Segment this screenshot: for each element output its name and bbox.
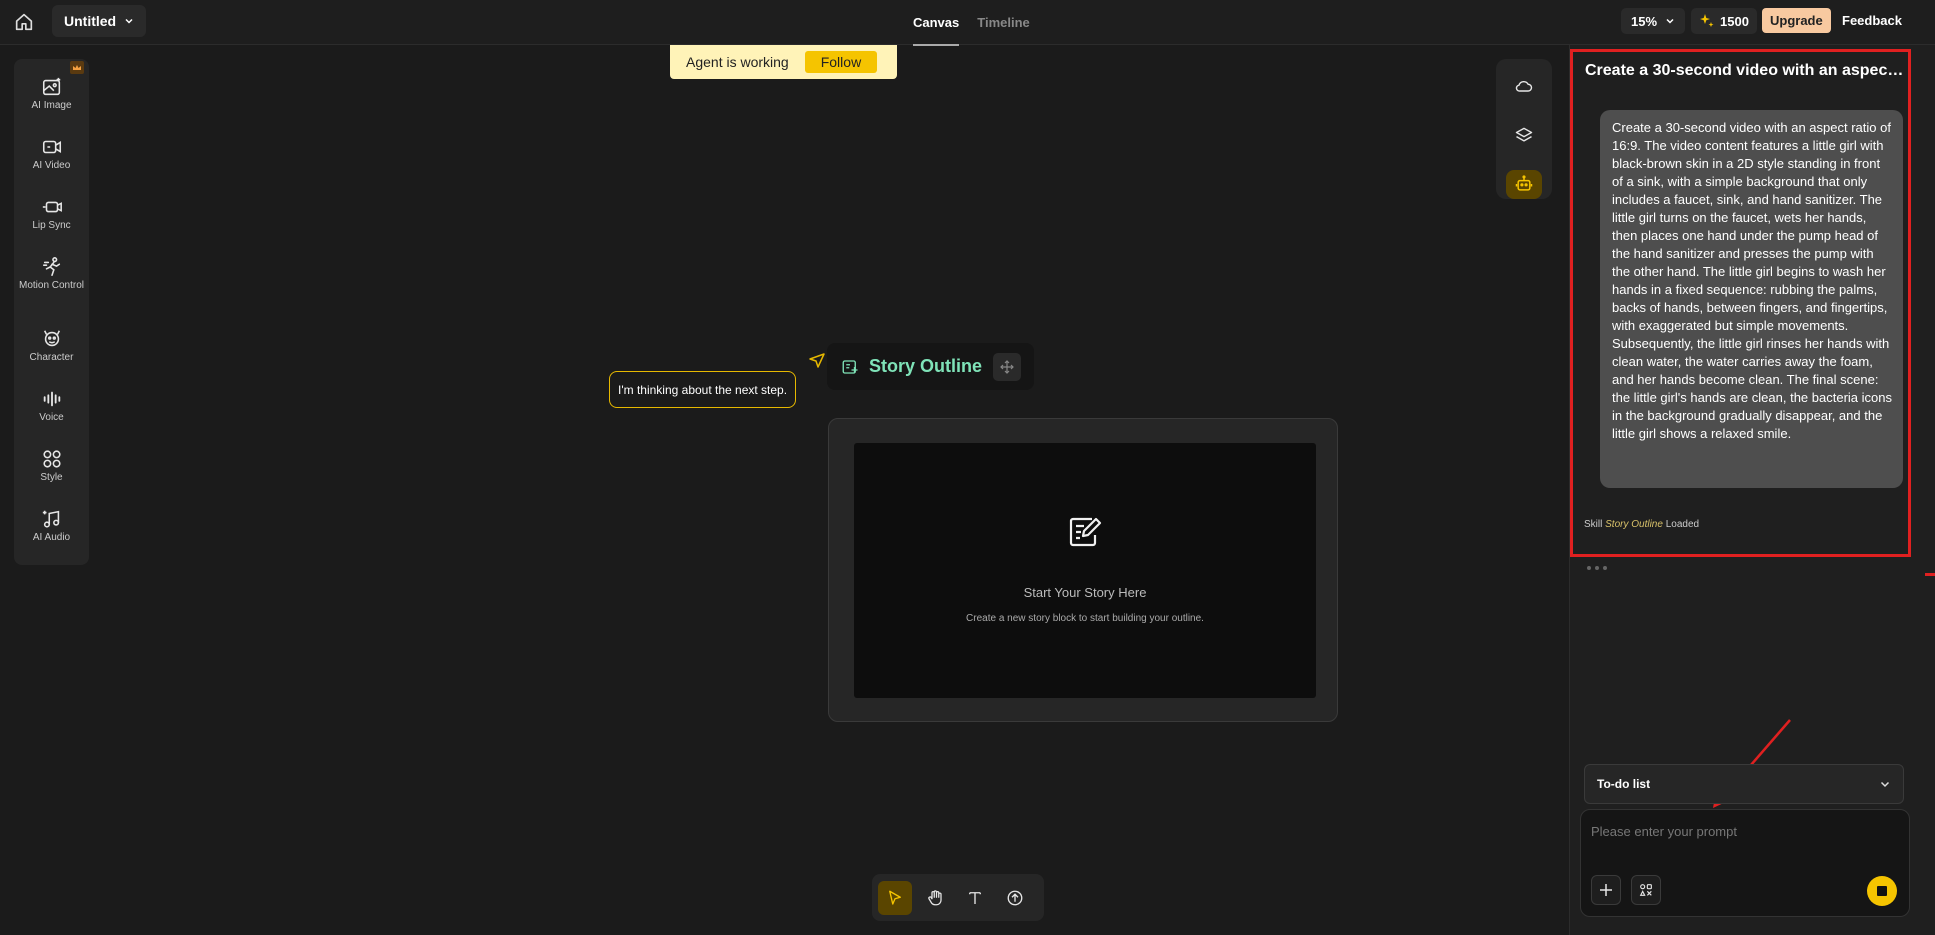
tool-lip-sync[interactable]: Lip Sync [14,190,89,250]
canvas-bottom-toolbar [872,874,1044,921]
skill-prefix: Skill [1584,519,1603,530]
text-tool-icon[interactable] [958,881,992,915]
todo-list-label: To-do list [1597,777,1651,791]
tool-label: Motion Control [18,280,85,291]
red-marker [1925,573,1935,576]
tool-label: AI Video [32,160,71,171]
tool-label: Style [40,472,63,483]
story-outline-card[interactable]: Start Your Story Here Create a new story… [828,418,1338,722]
stop-generation-button[interactable] [1867,876,1897,906]
story-outline-title: Story Outline [869,356,983,376]
tab-canvas[interactable]: Canvas [913,0,960,46]
agent-status-text: Agent is working [686,54,789,70]
select-pointer-icon[interactable] [878,880,912,915]
credits-count: 1500 [1720,13,1749,29]
tool-motion-control[interactable]: Motion Control [14,250,89,322]
add-attachment-button[interactable] [1591,875,1621,905]
project-name-dropdown[interactable]: Untitled [52,5,147,37]
top-bar: Untitled Canvas Timeline 15% 1500 Upgrad… [0,0,1935,46]
right-floating-toolbar [1496,59,1552,199]
project-name: Untitled [64,13,117,29]
sparkle-icon [1699,13,1715,29]
tool-label: Voice [39,412,64,423]
story-empty-title: Start Your Story Here [1023,585,1147,600]
lip-sync-icon [41,196,63,218]
hand-pan-icon[interactable] [918,881,952,915]
plus-icon [1599,883,1613,897]
style-icon [41,448,63,470]
skill-suffix: Loaded [1665,519,1700,530]
stop-icon [1877,886,1887,896]
motion-control-icon [41,256,63,278]
zoom-dropdown[interactable]: 15% [1621,8,1686,34]
user-message-bubble: Create a 30-second video with an aspect … [1600,110,1903,488]
typing-indicator [1587,566,1607,570]
agent-cursor-icon [808,352,826,370]
tab-timeline[interactable]: Timeline [977,0,1030,45]
skills-button[interactable] [1631,875,1661,905]
skills-icon [1638,882,1654,898]
agent-robot-icon[interactable] [1506,169,1542,199]
upload-icon[interactable] [998,881,1032,915]
chat-title: Create a 30-second video with an aspect … [1585,62,1905,79]
tool-voice[interactable]: Voice [14,382,89,442]
tool-ai-image[interactable]: AI Image [14,70,89,130]
character-icon [41,328,63,350]
chevron-down-icon [1665,16,1675,26]
tool-label: AI Audio [32,532,71,543]
prompt-composer [1580,809,1910,917]
ai-audio-icon [41,508,63,530]
cloud-icon[interactable] [1506,71,1542,100]
chevron-down-icon [124,16,134,26]
layers-icon[interactable] [1506,120,1542,149]
agent-thinking-bubble: I'm thinking about the next step. [609,371,797,408]
ai-image-icon [41,76,63,98]
crown-icon [70,61,84,74]
feedback-button[interactable]: Feedback [1836,8,1908,33]
story-empty-subtitle: Create a new story block to start buildi… [966,613,1204,624]
tool-label: Character [29,352,74,363]
tool-ai-audio[interactable]: AI Audio [14,502,89,562]
tool-style[interactable]: Style [14,442,89,502]
ai-video-icon [41,136,63,158]
skill-name: Story Outline [1605,519,1663,530]
story-outline-node-header[interactable]: Story Outline [827,343,1034,390]
left-toolbar: AI Image AI Video Lip Sync Motion Contro… [14,59,89,565]
todo-list-dropdown[interactable]: To-do list [1584,764,1904,804]
upgrade-button[interactable]: Upgrade [1762,8,1831,33]
chevron-down-icon [1879,778,1891,790]
home-icon[interactable] [13,11,35,33]
tool-label: Lip Sync [32,220,71,231]
tool-label: AI Image [31,100,72,111]
tool-ai-video[interactable]: AI Video [14,130,89,190]
prompt-input[interactable] [1591,820,1891,842]
credits-badge[interactable]: 1500 [1691,8,1757,34]
skill-status: Skill Story Outline Loaded [1584,519,1699,530]
voice-icon [41,388,63,410]
tool-character[interactable]: Character [14,322,89,382]
story-empty-state: Start Your Story Here Create a new story… [854,443,1316,698]
follow-button[interactable]: Follow [804,51,878,73]
edit-note-icon [1066,513,1102,549]
agent-working-banner: Agent is working Follow [670,45,897,79]
view-tabs: Canvas Timeline [913,0,1030,46]
zoom-level: 15% [1631,13,1658,29]
story-outline-icon [841,358,859,376]
move-icon[interactable] [993,353,1021,381]
